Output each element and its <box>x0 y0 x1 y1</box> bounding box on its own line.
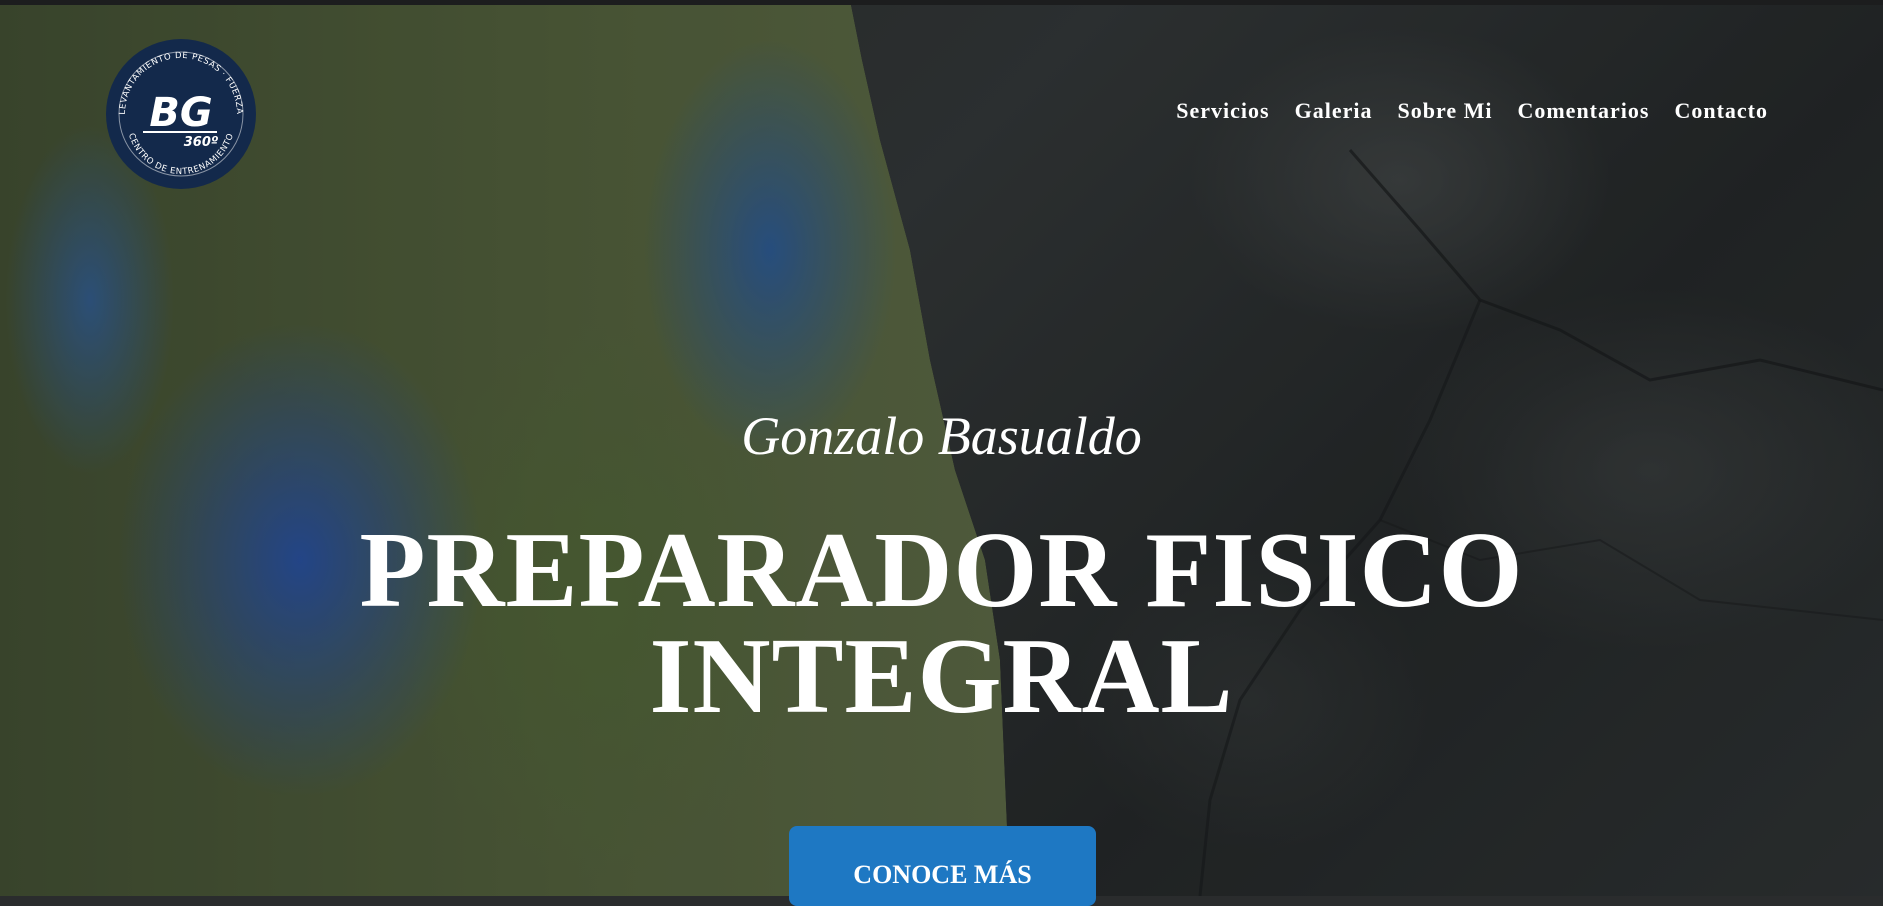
logo-degrees: 360º <box>184 135 219 150</box>
nav-item-servicios[interactable]: Servicios <box>1176 98 1269 124</box>
hero-headline-line-2: INTEGRAL <box>649 617 1234 736</box>
nav-item-galeria[interactable]: Galeria <box>1295 98 1373 124</box>
top-border <box>0 0 1883 5</box>
conoce-mas-button[interactable]: CONOCE MÁS <box>789 826 1096 906</box>
site-logo[interactable]: LEVANTAMIENTO DE PESAS · FUERZA CENTRO D… <box>105 38 257 190</box>
nav-item-contacto[interactable]: Contacto <box>1674 98 1768 124</box>
main-navigation: Servicios Galeria Sobre Mi Comentarios C… <box>1176 98 1768 124</box>
hero-headline: PREPARADOR FISICO INTEGRAL <box>0 511 1883 736</box>
hero-headline-line-1: PREPARADOR FISICO <box>359 511 1524 630</box>
nav-item-comentarios[interactable]: Comentarios <box>1517 98 1649 124</box>
nav-item-sobre-mi[interactable]: Sobre Mi <box>1397 98 1492 124</box>
logo-badge-icon: LEVANTAMIENTO DE PESAS · FUERZA CENTRO D… <box>106 39 256 189</box>
hero-subtitle: Gonzalo Basualdo <box>741 406 1142 466</box>
logo-monogram: BG <box>149 90 212 136</box>
